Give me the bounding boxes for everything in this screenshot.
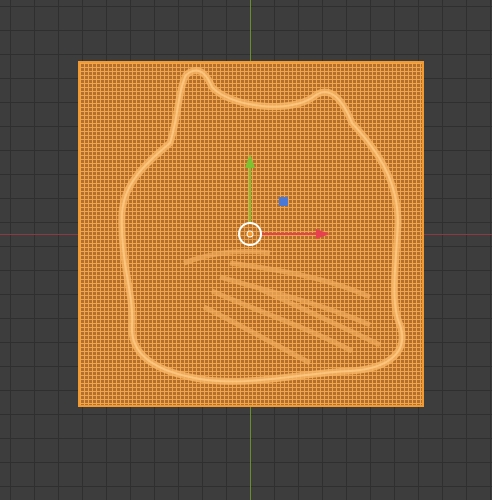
center-ring-handle[interactable]	[238, 222, 262, 246]
3d-viewport[interactable]	[0, 0, 492, 500]
plane-handle[interactable]	[279, 197, 288, 206]
